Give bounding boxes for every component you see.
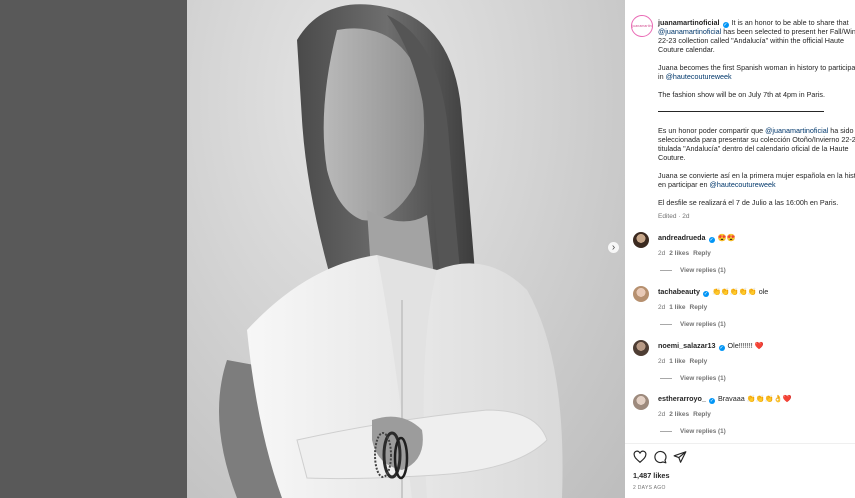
reply-button[interactable]: Reply (693, 411, 711, 418)
comment-text: 😍😍 (717, 233, 736, 242)
comment-username[interactable]: estherarroyo_ (658, 394, 706, 403)
post-timestamp: 2 DAYS AGO (633, 485, 666, 491)
comment-text: 👏👏👏👏👏 ole (711, 287, 769, 296)
reply-button[interactable]: Reply (690, 304, 708, 311)
caption-line: Es un honor poder compartir que @juanama… (658, 126, 854, 135)
comment-meta: 2d 1 like Reply (658, 358, 711, 365)
caption-line: seleccionada para presentar su colección… (658, 135, 855, 144)
mention-link[interactable]: @hautecoutureweek (666, 72, 732, 81)
comment-text: Bravaaa 👏👏👏👌❤️ (717, 394, 792, 403)
comment-icon[interactable] (653, 450, 667, 464)
comment-likes[interactable]: 2 likes (669, 411, 689, 418)
replies-line (660, 430, 672, 432)
commenter-avatar[interactable] (633, 286, 649, 302)
comment-likes[interactable]: 2 likes (669, 250, 689, 257)
replies-line (660, 377, 672, 379)
reply-button[interactable]: Reply (690, 358, 708, 365)
caption-text: It is an honor to be able to share that (731, 18, 849, 27)
commenter-avatar[interactable] (633, 394, 649, 410)
caption-text: in (658, 72, 666, 81)
comment: tachabeauty ✓ 👏👏👏👏👏 ole (658, 287, 768, 297)
comment: noemi_salazar13 ✓ Ole!!!!!!! ❤️ (658, 341, 764, 351)
comment-time: 2d (658, 358, 666, 365)
owner-avatar-logo: juanamartin (632, 24, 652, 28)
comment-time: 2d (658, 411, 666, 418)
caption-line: Couture. (658, 153, 686, 162)
verified-badge-icon: ✓ (718, 344, 725, 351)
owner-username[interactable]: juanamartinoficial (658, 18, 720, 27)
mention-link[interactable]: @juanamartinoficial (765, 126, 828, 135)
caption-text: Es un honor poder compartir que (658, 126, 766, 135)
caption-line: in @hautecoutureweek (658, 72, 732, 81)
comment-time: 2d (658, 250, 666, 257)
view-replies-label: View replies (1) (680, 267, 726, 274)
caption-line: Juana becomes the first Spanish woman in… (658, 63, 855, 72)
caption-line: Juana se convierte así en la primera muj… (658, 171, 855, 180)
mention-link[interactable]: @hautecoutureweek (710, 180, 776, 189)
view-replies-label: View replies (1) (680, 321, 726, 328)
commenter-avatar[interactable] (633, 340, 649, 356)
caption-line: titulada "Andalucía" dentro del calendar… (658, 144, 849, 153)
verified-badge-icon: ✓ (702, 290, 709, 297)
actions-divider (625, 443, 855, 444)
edited-label: Edited · 2d (658, 213, 690, 220)
caption-text: en participar en (658, 180, 710, 189)
view-replies-button[interactable]: View replies (1) (660, 375, 726, 382)
view-replies-label: View replies (1) (680, 428, 726, 435)
comment-username[interactable]: tachabeauty (658, 287, 700, 296)
caption-text: ha sido (828, 126, 854, 135)
comment-likes[interactable]: 1 like (669, 304, 685, 311)
comment-likes[interactable]: 1 like (669, 358, 685, 365)
comment-text: Ole!!!!!!! ❤️ (727, 341, 764, 350)
caption-line: @juanamartinoficial has been selected to… (658, 27, 855, 36)
comment-meta: 2d 2 likes Reply (658, 411, 715, 418)
caption-divider (658, 111, 824, 112)
caption-line: The fashion show will be on July 7th at … (658, 90, 825, 99)
comment: estherarroyo_ ✓ Bravaaa 👏👏👏👌❤️ (658, 394, 791, 404)
gallery-backdrop (0, 0, 187, 498)
view-replies-button[interactable]: View replies (1) (660, 321, 726, 328)
view-replies-button[interactable]: View replies (1) (660, 267, 726, 274)
owner-avatar[interactable]: juanamartin (631, 15, 653, 37)
verified-badge-icon: ✓ (708, 236, 715, 243)
verified-badge-icon: ✓ (708, 397, 715, 404)
share-icon[interactable] (673, 450, 687, 464)
chevron-right-icon: › (611, 241, 616, 253)
reply-button[interactable]: Reply (693, 250, 711, 257)
commenter-avatar[interactable] (633, 232, 649, 248)
caption-line: El desfile se realizará el 7 de Julio a … (658, 198, 839, 207)
comment-username[interactable]: andreadrueda (658, 233, 706, 242)
view-replies-label: View replies (1) (680, 375, 726, 382)
comment-username[interactable]: noemi_salazar13 (658, 341, 716, 350)
caption-line: 22-23 collection called "Andalucía" with… (658, 36, 844, 45)
caption-line: Couture calendar. (658, 45, 715, 54)
comment: andreadrueda ✓ 😍😍 (658, 233, 735, 243)
replies-line (660, 269, 672, 271)
view-replies-button[interactable]: View replies (1) (660, 428, 726, 435)
caption-text: has been selected to present her Fall/Wi… (721, 27, 855, 36)
next-photo-button[interactable]: › (607, 241, 620, 254)
post-photo (187, 0, 625, 498)
caption-line: en participar en @hautecoutureweek (658, 180, 776, 189)
mention-link[interactable]: @juanamartinoficial (658, 27, 721, 36)
comment-meta: 2d 2 likes Reply (658, 250, 715, 257)
heart-icon[interactable] (633, 450, 647, 464)
likes-count[interactable]: 1,487 likes (633, 471, 670, 480)
comment-meta: 2d 1 like Reply (658, 304, 711, 311)
replies-line (660, 323, 672, 325)
comments-panel: juanamartin juanamartinoficial ✓ It is a… (625, 0, 855, 498)
comment-time: 2d (658, 304, 666, 311)
